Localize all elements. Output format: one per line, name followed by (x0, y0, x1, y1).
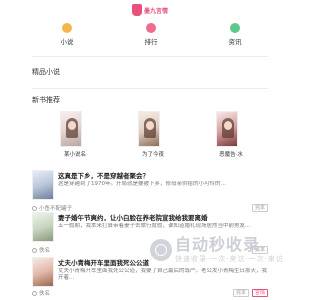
author: 佚名 (32, 289, 50, 297)
main-nav: 小说 排行 资讯 (0, 20, 300, 50)
genre-badge: 言情 (251, 289, 268, 297)
cover-art (68, 121, 76, 130)
book-cover-image (32, 170, 54, 200)
cover-item[interactable]: 为了今夜 (138, 111, 216, 171)
tag-list: 完本 言情 (232, 289, 268, 297)
user-icon (32, 247, 37, 253)
author-name: 小鱼不配罐子 (39, 206, 73, 212)
author: 小鱼不配罐子 (32, 204, 72, 212)
book-cover-image (32, 212, 54, 242)
watermark: 自动秒收录 快速收录·一次·来访·一次·来访 (150, 236, 284, 264)
site-logo[interactable]: 墨九言情 (131, 4, 168, 16)
nav-label: 排行 (144, 38, 158, 46)
status-badge: 完本 (251, 204, 268, 212)
book-meta: 小鱼不配罐子 完本 (32, 204, 268, 212)
watermark-dot (156, 245, 166, 255)
book-description: 丈夫小青梅开车里面我死公公道，我要了自己最后的尊严。老公发小青梅生日那天，我开着… (58, 268, 268, 281)
book-icon (62, 23, 72, 33)
tag-list: 完本 (251, 204, 268, 212)
book-title[interactable]: 这真是下乡，不是穿越者聚会？ (58, 170, 268, 180)
author-name: 佚名 (39, 291, 51, 297)
status-badge: 完本 (232, 289, 249, 297)
author: 佚名 (32, 246, 50, 254)
book-row: 这真是下乡，不是穿越者聚会？ 这是穿越到了1970年。开局就是要被下乡，修母亲供… (32, 170, 268, 200)
watermark-title: 自动秒收录 (175, 235, 261, 254)
book-list-item[interactable]: 这真是下乡，不是穿越者聚会？ 这是穿越到了1970年。开局就是要被下乡，修母亲供… (32, 170, 268, 212)
book-info: 这真是下乡，不是穿越者聚会？ 这是穿越到了1970年。开局就是要被下乡，修母亲供… (58, 170, 268, 200)
logo-text: 墨九言情 (143, 7, 168, 15)
watermark-subtitle: 快速收录·一次·来访·一次·来访 (175, 255, 284, 263)
cover-item[interactable]: 恶魔告·水 (216, 111, 294, 171)
app-header: 墨九言情 (0, 0, 300, 20)
nav-item-news[interactable]: 资讯 (222, 20, 248, 50)
news-icon (230, 23, 240, 33)
watermark-text: 自动秒收录 快速收录·一次·来访·一次·来访 (175, 236, 284, 264)
section-title-new-books: 新书推荐 (32, 96, 60, 104)
book-description: 这是穿越到了1970年。开局就是要被下乡，修母亲供给的小可怜的… (58, 181, 226, 187)
watermark-logo-icon (150, 239, 172, 261)
cover-title: 为了今夜 (141, 152, 164, 158)
nav-label: 资讯 (228, 38, 242, 46)
ranking-icon (146, 23, 156, 33)
cover-title: 恶魔告·水 (219, 152, 243, 158)
book-cover-image (60, 111, 82, 147)
user-icon (32, 205, 37, 211)
book-cover-image (32, 257, 54, 287)
section-title-featured: 精品小说 (32, 68, 60, 76)
cover-title: 某小说名 (63, 152, 86, 158)
book-cover-image (216, 111, 238, 147)
cover-art (146, 121, 154, 130)
nav-item-novels[interactable]: 小说 (54, 20, 80, 50)
book-title[interactable]: 妻子婚午节爽约，让小白脸在养老院宣我给我要离婚 (58, 212, 268, 222)
cover-art (224, 121, 232, 130)
cover-item[interactable]: 某小说名 (60, 111, 138, 171)
book-cover-image (138, 111, 160, 147)
nav-item-ranking[interactable]: 排行 (138, 20, 164, 50)
user-icon (32, 290, 37, 296)
author-name: 佚名 (39, 248, 51, 254)
new-books-carousel: 某小说名 为了今夜 恶魔告·水 (0, 111, 300, 171)
book-meta: 佚名 完本 言情 (32, 289, 268, 297)
logo-icon (131, 4, 142, 16)
nav-label: 小说 (60, 38, 74, 46)
